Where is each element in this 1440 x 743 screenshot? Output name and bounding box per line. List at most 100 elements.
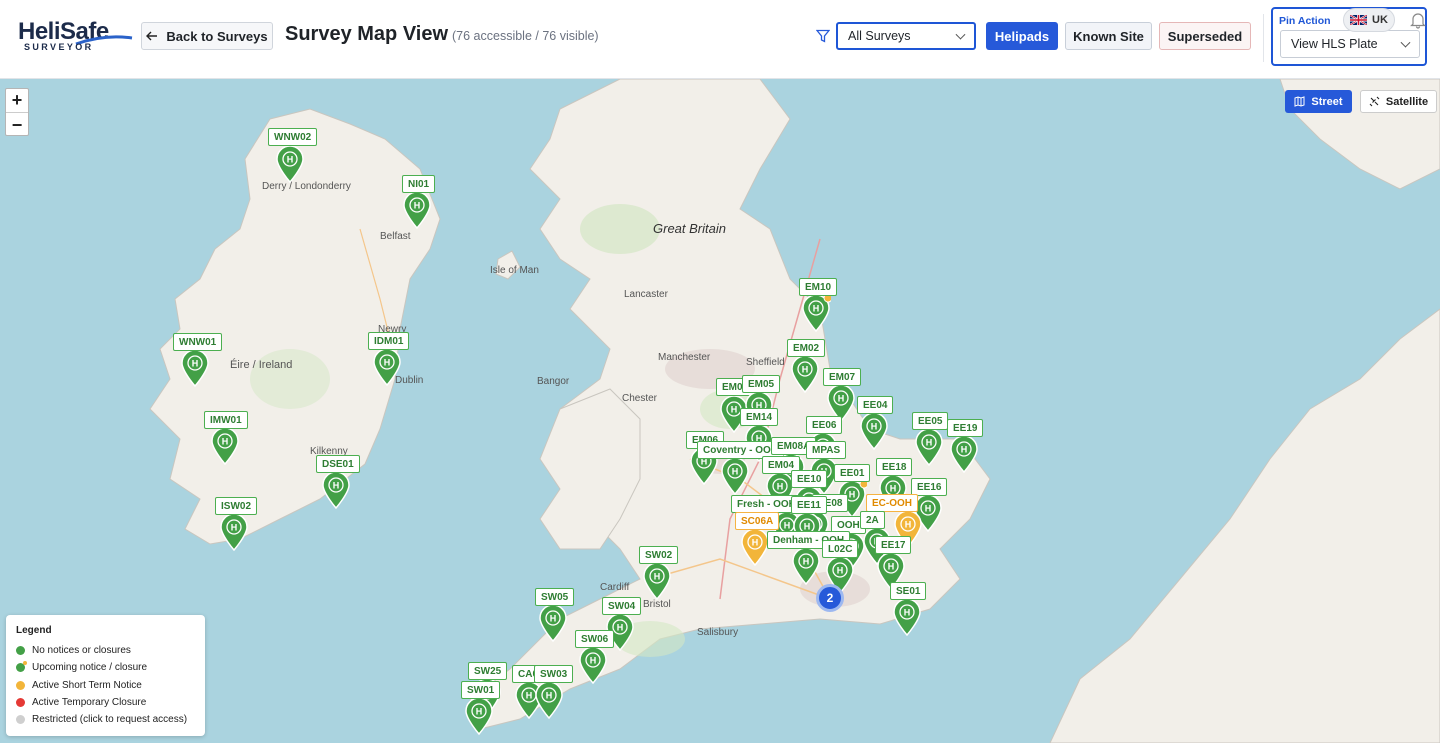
back-to-surveys-button[interactable]: Back to Surveys	[141, 22, 273, 50]
map-pin-label[interactable]: EM05	[742, 375, 781, 393]
map-pin-label[interactable]: SW02	[639, 546, 679, 564]
zoom-out-button[interactable]: −	[6, 113, 28, 137]
map-pin-label[interactable]: 2A	[860, 511, 885, 529]
map-pin[interactable]: H	[210, 427, 240, 465]
map-pin[interactable]: H	[801, 294, 831, 332]
map-pin[interactable]: H	[949, 435, 979, 473]
map-pin[interactable]: H	[892, 598, 922, 636]
helipads-toggle[interactable]: Helipads	[986, 22, 1058, 50]
known-site-toggle[interactable]: Known Site	[1065, 22, 1152, 50]
map-pin-label[interactable]: EE06	[806, 416, 843, 434]
map-pin-label[interactable]: SW05	[535, 588, 575, 606]
map-pin-label[interactable]: WNW02	[268, 128, 318, 146]
legend-item: No notices or closures	[16, 642, 195, 659]
map-pin-label[interactable]: EM02	[787, 339, 826, 357]
svg-text:H: H	[838, 394, 845, 404]
svg-text:H: H	[925, 504, 932, 514]
map-pin[interactable]: H	[219, 513, 249, 551]
map-pin-label[interactable]: IDM01	[368, 332, 410, 350]
map-pin-label[interactable]: EE18	[876, 458, 913, 476]
pin-cluster[interactable]: 2	[816, 584, 844, 612]
map-pin-label[interactable]: EE04	[857, 396, 894, 414]
svg-text:H: H	[476, 707, 483, 717]
map-pin[interactable]: H	[534, 681, 564, 719]
map-pin[interactable]: H	[578, 646, 608, 684]
map-pin[interactable]: H	[859, 412, 889, 450]
survey-filter-value: All Surveys	[848, 29, 911, 43]
legend-item-label: Active Temporary Closure	[32, 697, 147, 709]
legend-item-label: Upcoming notice / closure	[32, 662, 148, 674]
pin-action-label: Pin Action	[1279, 15, 1331, 27]
map-label-great-britain: Great Britain	[653, 221, 726, 236]
map-pin-label[interactable]: WNW01	[173, 333, 223, 351]
map-pin-label[interactable]: EE10	[791, 470, 828, 488]
map-label-belfast: Belfast	[380, 231, 411, 242]
survey-filter-select[interactable]: All Surveys	[836, 22, 976, 50]
map-pin-label[interactable]: SW01	[461, 681, 501, 699]
map-pin[interactable]: H	[642, 562, 672, 600]
superseded-toggle[interactable]: Superseded	[1159, 22, 1251, 50]
svg-text:H: H	[222, 437, 229, 447]
map-pin-label[interactable]: EM14	[740, 408, 779, 426]
map-pin-label[interactable]: ISW02	[215, 497, 258, 515]
map-pin[interactable]: H	[740, 528, 770, 566]
map-pin-label[interactable]: SW06	[575, 630, 615, 648]
map-label-bristol: Bristol	[643, 599, 671, 610]
uk-flag-icon	[1350, 15, 1368, 25]
svg-text:H: H	[546, 691, 553, 701]
map-pin-label[interactable]: SC06A	[735, 512, 780, 530]
zoom-in-button[interactable]: +	[6, 89, 28, 113]
svg-text:H: H	[837, 566, 844, 576]
pin-action-value: View HLS Plate	[1291, 37, 1378, 51]
map-pin-label[interactable]: EE19	[947, 419, 984, 437]
satellite-layer-label: Satellite	[1385, 95, 1429, 108]
map-pin[interactable]: H	[402, 191, 432, 229]
region-selector[interactable]: UK	[1343, 8, 1395, 32]
map-pin-label[interactable]: SE01	[890, 582, 927, 600]
map-pin-label[interactable]: EE11	[791, 496, 827, 514]
svg-text:H: H	[905, 520, 912, 530]
map-pin-label[interactable]: EE05	[912, 412, 949, 430]
legend-item-label: Restricted (click to request access)	[32, 714, 188, 726]
map-pin[interactable]: H	[720, 457, 750, 495]
map-pin[interactable]: H	[180, 349, 210, 387]
map-pin-label[interactable]: IMW01	[204, 411, 248, 429]
map-pin-label[interactable]: EM07	[823, 368, 862, 386]
map-pin[interactable]: H	[914, 428, 944, 466]
map-pin[interactable]: H	[791, 547, 821, 585]
map-pin-label[interactable]: SW25	[468, 662, 508, 680]
map-pin-label[interactable]: NI01	[402, 175, 436, 193]
street-layer-button[interactable]: Street	[1285, 90, 1352, 113]
map-label-manchester: Manchester	[658, 352, 711, 363]
map-pin[interactable]: H	[275, 145, 305, 183]
svg-text:H: H	[961, 445, 968, 455]
satellite-layer-button[interactable]: Satellite	[1360, 90, 1437, 113]
map-pin-label[interactable]: EE01	[834, 464, 871, 482]
map-legend: Legend No notices or closures Upcoming no…	[6, 615, 205, 736]
map-pin[interactable]: H	[321, 471, 351, 509]
filter-icon	[816, 29, 830, 43]
street-layer-label: Street	[1311, 95, 1343, 108]
map-pin-label[interactable]: MPAS	[806, 441, 847, 459]
map-pin[interactable]: H	[790, 355, 820, 393]
map-pin-label[interactable]: EM10	[799, 278, 838, 296]
bell-icon[interactable]	[1409, 11, 1427, 29]
map-pin-label[interactable]: EC-OOH	[866, 494, 918, 512]
svg-text:H: H	[333, 481, 340, 491]
zoom-control: + −	[5, 88, 29, 136]
map-pin-label[interactable]: SW04	[602, 597, 642, 615]
map-pin-label[interactable]: L02C	[822, 540, 859, 558]
map-pin[interactable]: H	[538, 604, 568, 642]
map-pin[interactable]: H	[464, 697, 494, 735]
map-pin-label[interactable]: EE17	[875, 536, 912, 554]
pin-action-select[interactable]: View HLS Plate	[1280, 30, 1420, 58]
survey-map[interactable]: Great Britain Isle of Man Éire / Ireland…	[0, 79, 1440, 743]
map-pin-label[interactable]: SW03	[534, 665, 574, 683]
map-pin-label[interactable]: DSE01	[316, 455, 360, 473]
map-label-bangor: Bangor	[537, 376, 570, 387]
status-dot-icon	[16, 698, 25, 708]
svg-text:H: H	[784, 521, 791, 531]
legend-item: Active Temporary Closure	[16, 694, 195, 711]
svg-text:H: H	[732, 467, 739, 477]
map-pin[interactable]: H	[372, 348, 402, 386]
